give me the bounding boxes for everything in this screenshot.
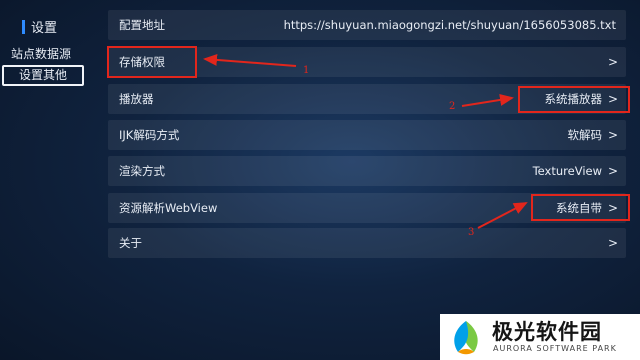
watermark: 极光软件园 AURORA SOFTWARE PARK — [440, 314, 640, 360]
watermark-cn-text: 极光软件园 — [492, 320, 602, 344]
aurora-logo-icon — [454, 321, 478, 355]
annotation-number-3: 3 — [468, 227, 475, 238]
annotation-arrows — [203, 53, 528, 229]
watermark-en-text: AURORA SOFTWARE PARK — [493, 344, 617, 353]
arrow-3 — [477, 202, 528, 229]
arrow-1 — [203, 53, 297, 67]
annotation-number-2: 2 — [449, 101, 456, 112]
annotation-number-1: 1 — [303, 65, 310, 76]
arrow-2 — [461, 93, 514, 107]
